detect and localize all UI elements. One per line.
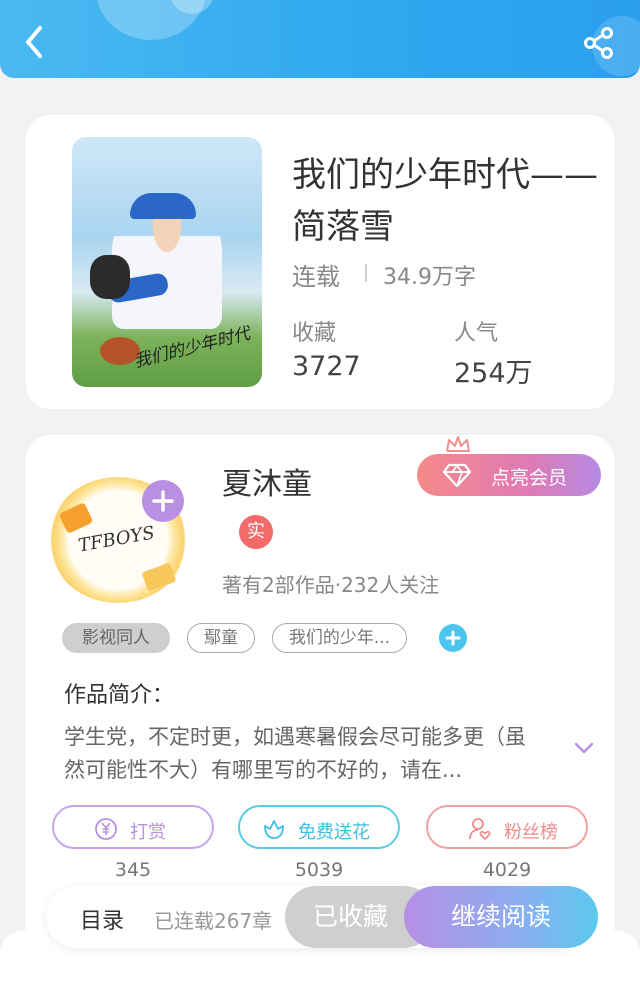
plus-icon xyxy=(152,490,174,512)
intro-text: 学生党，不定时更，如遇寒暑假会尽可能多更（虽然可能性不大）有哪里写的不好的，请在… xyxy=(64,725,526,782)
add-tag-button[interactable] xyxy=(439,624,467,652)
yen-icon xyxy=(95,818,117,840)
book-info-card: 我们的少年时代 我们的少年时代——简落雪 连载 34.9万字 收藏 3727 人… xyxy=(26,115,614,409)
tag-item[interactable]: 鄢童 xyxy=(187,623,255,653)
follow-button[interactable] xyxy=(142,480,184,522)
flower-count: 5039 xyxy=(294,859,344,881)
fans-ranking-button-label: 粉丝榜 xyxy=(504,822,558,843)
author-meta: 著有2部作品·232人关注 xyxy=(222,573,440,597)
chevron-down-icon[interactable] xyxy=(574,741,594,755)
stat-label-popularity: 人气 xyxy=(454,321,499,346)
verified-badge: 实 xyxy=(239,515,273,549)
tip-button[interactable]: 打赏 xyxy=(52,805,214,849)
book-title: 我们的少年时代——简落雪 xyxy=(292,155,598,247)
catalog-status: 已连载267章 xyxy=(154,909,273,933)
divider xyxy=(365,264,367,282)
cover-glove xyxy=(90,255,130,299)
crown-icon xyxy=(446,436,470,452)
vip-button-label: 点亮会员 xyxy=(491,467,568,489)
intro-label: 作品简介： xyxy=(64,683,175,708)
stat-value-popularity: 254万 xyxy=(454,358,533,389)
tip-button-label: 打赏 xyxy=(130,822,166,843)
book-status: 连载 xyxy=(292,263,340,291)
avatar-text: TFBOYS xyxy=(76,522,157,557)
book-word-count: 34.9万字 xyxy=(383,265,476,290)
stat-label-favorites: 收藏 xyxy=(292,321,337,346)
send-flower-button[interactable]: 免费送花 xyxy=(238,805,400,849)
send-flower-button-label: 免费送花 xyxy=(298,822,370,843)
diamond-icon xyxy=(443,463,471,488)
share-button[interactable] xyxy=(582,26,616,60)
fans-count: 4029 xyxy=(482,859,532,881)
catalog-label: 目录 xyxy=(80,909,125,934)
book-cover-image[interactable]: 我们的少年时代 xyxy=(72,137,262,387)
stat-value-favorites: 3727 xyxy=(292,351,361,382)
tag-item[interactable]: 影视同人 xyxy=(62,623,170,653)
fans-ranking-button[interactable]: 粉丝榜 xyxy=(426,805,588,849)
plus-icon xyxy=(445,630,461,646)
avatar-decoration xyxy=(58,502,94,534)
activate-vip-button[interactable]: 点亮会员 xyxy=(417,454,601,496)
tag-item[interactable]: 我们的少年... xyxy=(272,623,407,653)
chevron-left-icon xyxy=(26,26,42,58)
cover-cap xyxy=(130,193,196,219)
avatar-decoration xyxy=(141,562,177,592)
share-icon xyxy=(584,27,613,59)
top-header xyxy=(0,0,640,78)
author-card: TFBOYS 夏沐童 实 著有2部作品·232人关注 点亮会员 影视同人 鄢童 … xyxy=(26,435,614,955)
author-name[interactable]: 夏沐童 xyxy=(222,459,312,503)
continue-reading-button[interactable]: 继续阅读 xyxy=(404,886,598,948)
back-button[interactable] xyxy=(20,24,50,60)
user-heart-icon xyxy=(469,818,491,840)
tip-count: 345 xyxy=(114,859,152,881)
flower-icon xyxy=(264,820,284,839)
